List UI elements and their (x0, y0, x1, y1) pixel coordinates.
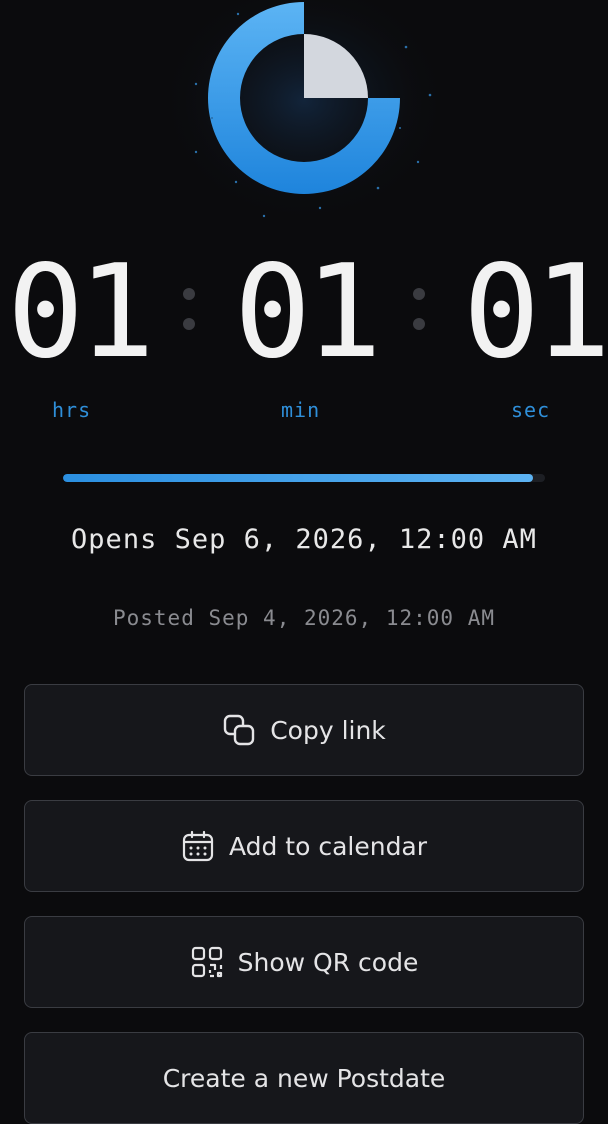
countdown-clock: 01 01 01 (0, 248, 608, 378)
show-qr-code-button[interactable]: Show QR code (24, 916, 584, 1008)
add-to-calendar-button[interactable]: Add to calendar (24, 800, 584, 892)
progress-fill (63, 474, 533, 482)
minutes-value: 01 (233, 238, 382, 387)
calendar-icon (181, 829, 215, 863)
qr-code-icon (190, 945, 224, 979)
opens-date: Opens Sep 6, 2026, 12:00 AM (71, 524, 537, 555)
minutes-label: min (281, 398, 321, 422)
copy-link-label: Copy link (270, 715, 386, 745)
seconds-value: 01 (462, 238, 608, 387)
colon-separator (413, 288, 425, 338)
hours-value: 01 (6, 238, 155, 387)
posted-date: Posted Sep 4, 2026, 12:00 AM (112, 606, 495, 630)
show-qr-code-label: Show QR code (237, 947, 419, 977)
add-to-calendar-label: Add to calendar (228, 831, 428, 861)
seconds-label: sec (511, 398, 551, 422)
create-new-postdate-label: Create a new Postdate (162, 1063, 446, 1093)
copy-link-button[interactable]: Copy link (24, 684, 584, 776)
clock-logo-icon (172, 0, 436, 224)
copy-icon (222, 713, 256, 747)
progress-bar (63, 474, 545, 482)
colon-separator (183, 288, 195, 338)
create-new-postdate-button[interactable]: Create a new Postdate (24, 1032, 584, 1124)
hours-label: hrs (52, 398, 92, 422)
countdown-page: 01 01 01 hrs min sec Opens Sep 6, 2026, … (0, 0, 608, 1124)
